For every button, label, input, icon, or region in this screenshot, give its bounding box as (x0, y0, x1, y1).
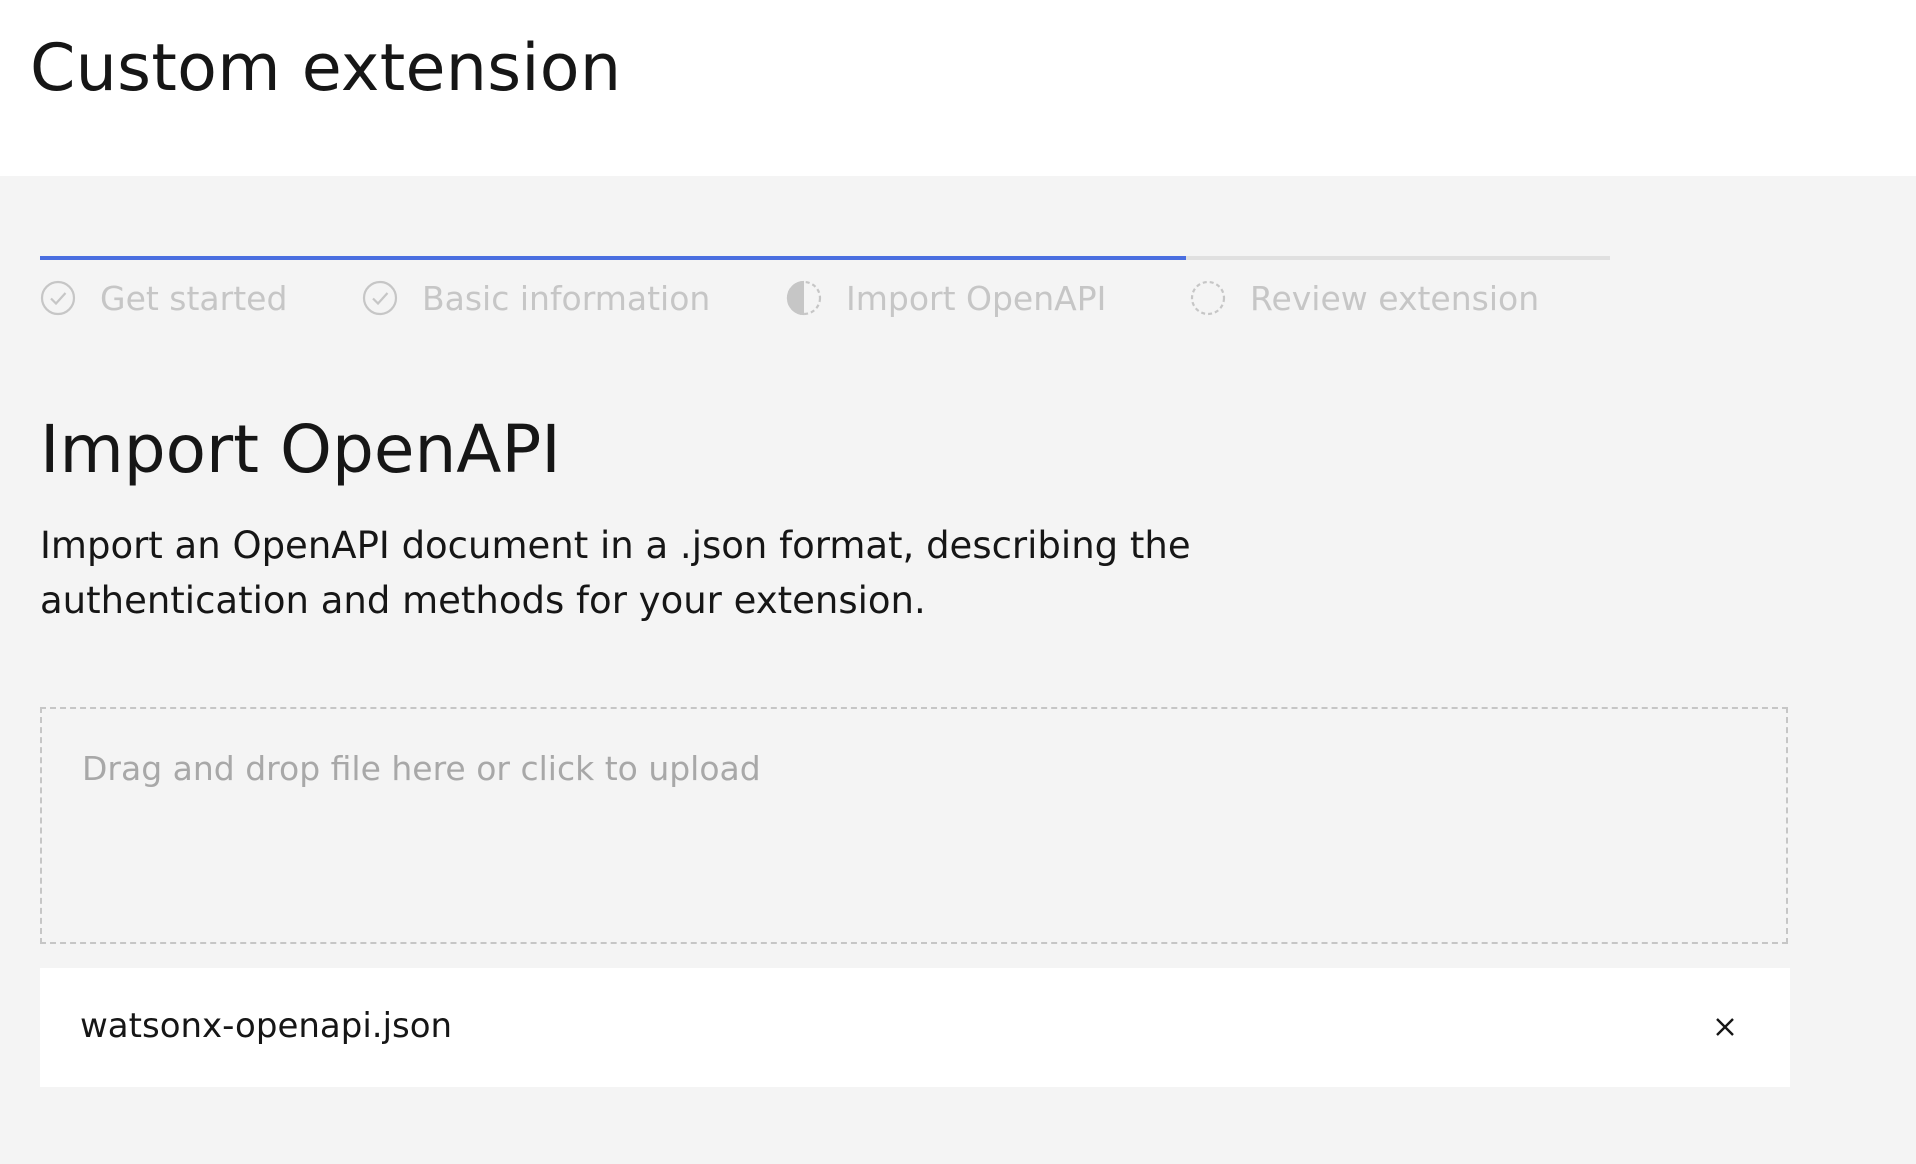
page-title: Custom extension (30, 31, 622, 106)
half-filled-circle-icon (786, 280, 822, 316)
step-label: Review extension (1250, 278, 1540, 318)
section-description: Import an OpenAPI document in a .json fo… (40, 524, 1191, 622)
step-import-openapi[interactable]: Import OpenAPI (786, 276, 1106, 320)
step-label: Basic information (422, 278, 711, 318)
checkmark-circle-icon (362, 280, 398, 316)
progress-track (40, 256, 1610, 260)
close-icon[interactable] (1708, 1010, 1742, 1044)
progress-indicator: Get started Basic information Import Ope… (40, 256, 1610, 326)
dashed-circle-icon (1190, 280, 1226, 316)
step-get-started[interactable]: Get started (40, 276, 287, 320)
file-dropzone[interactable]: Drag and drop file here or click to uplo… (40, 707, 1788, 944)
progress-fill (40, 256, 1187, 260)
step-review-extension[interactable]: Review extension (1190, 276, 1539, 320)
section-title: Import OpenAPI (40, 411, 561, 488)
uploaded-file-item: watsonx-openapi.json (40, 968, 1790, 1087)
checkmark-circle-icon (40, 280, 76, 316)
step-label: Get started (100, 278, 288, 318)
file-name: watsonx-openapi.json (80, 1006, 453, 1046)
step-basic-information[interactable]: Basic information (362, 276, 710, 320)
dropzone-label: Drag and drop file here or click to uplo… (82, 749, 761, 788)
page-header: Custom extension (0, 0, 1916, 176)
step-label: Import OpenAPI (846, 278, 1107, 318)
